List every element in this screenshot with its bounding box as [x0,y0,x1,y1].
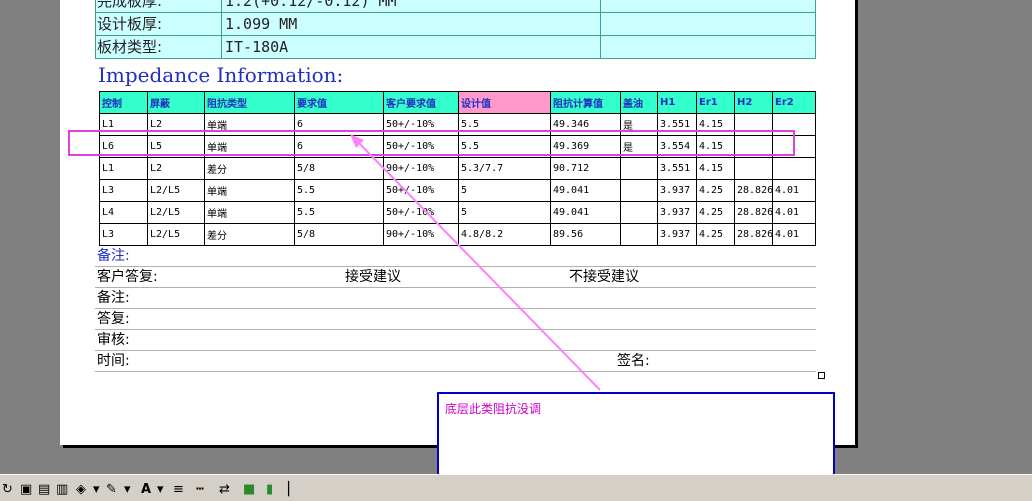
line-color-icon[interactable]: ✎ [106,483,117,497]
dropdown-icon[interactable]: ▾ [124,483,131,497]
chart-icon[interactable]: ▥ [56,483,68,497]
clipart-icon[interactable]: ▣ [20,483,32,497]
callout-text: 底层此类阻抗没调 [445,402,542,416]
dash-style-icon[interactable]: ┅ [196,483,204,497]
rotate-icon[interactable]: ↻ [2,483,13,497]
drawing-toolbar: ↻ ▣ ▤ ▥ ◈ ▾ ✎ ▾ A ▾ ≡ ┅ ⇄ ■ ▮ ▏ [0,474,1032,501]
font-color-icon[interactable]: A [141,483,151,497]
3d-icon[interactable]: ▮ [266,483,273,497]
shadow-icon[interactable]: ■ [243,483,255,497]
fill-color-icon[interactable]: ◈ [76,483,86,497]
toolbar-end-icon[interactable]: ▏ [288,483,298,497]
dropdown-icon[interactable]: ▾ [157,483,164,497]
dropdown-icon[interactable]: ▾ [93,483,100,497]
line-style-icon[interactable]: ≡ [173,483,184,497]
picture-icon[interactable]: ▤ [38,483,50,497]
arrow-style-icon[interactable]: ⇄ [219,483,230,497]
